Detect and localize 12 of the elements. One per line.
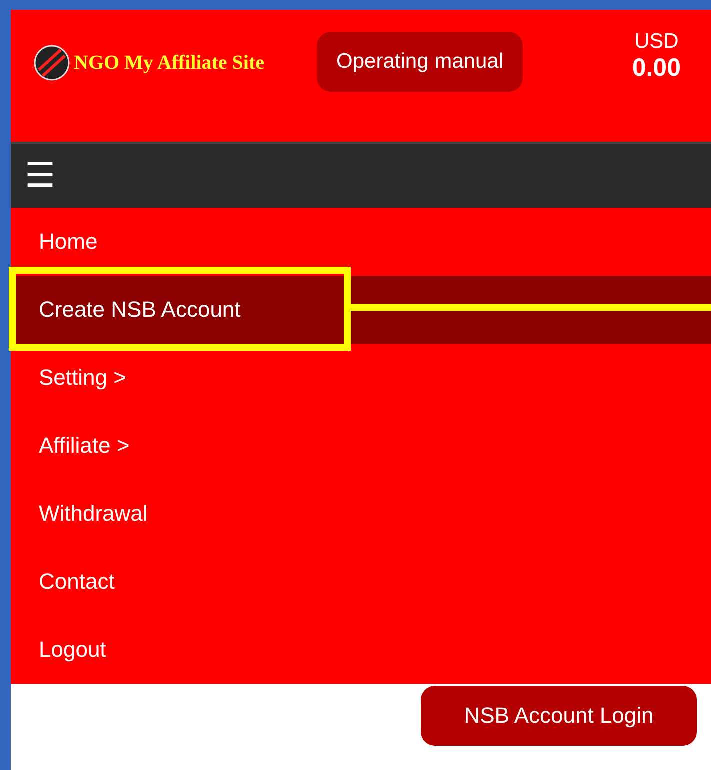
menu-item[interactable]: Affiliate > — [11, 412, 711, 480]
operating-manual-button[interactable]: Operating manual — [316, 32, 524, 92]
currency-label: USD — [634, 30, 679, 54]
menu-item[interactable]: Setting > — [11, 344, 711, 412]
balance-amount: 0.00 — [632, 54, 681, 83]
logo-icon — [33, 44, 71, 82]
menu-item[interactable]: Logout — [11, 616, 711, 684]
menu-item[interactable]: Withdrawal — [11, 480, 711, 548]
login-button[interactable]: NSB Account Login — [421, 686, 697, 746]
site-title: NGO My Affiliate Site — [74, 52, 265, 74]
menu-item[interactable]: Contact — [11, 548, 711, 616]
menu-item[interactable]: Home — [11, 208, 711, 276]
